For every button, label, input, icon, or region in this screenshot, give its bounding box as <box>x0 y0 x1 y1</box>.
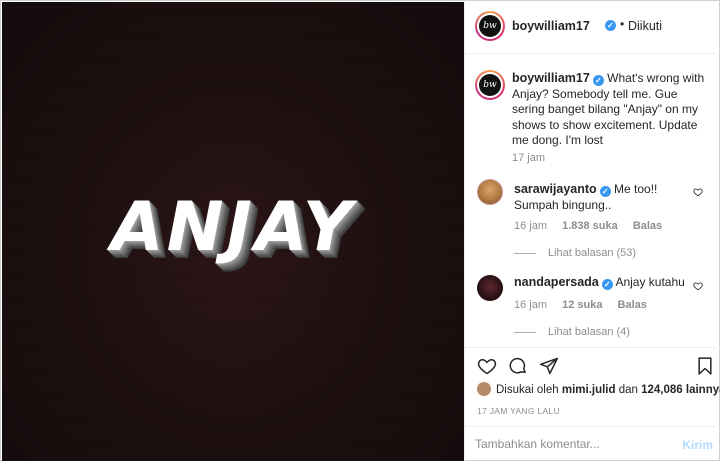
reply-button[interactable]: Balas <box>618 299 647 311</box>
comment-input[interactable] <box>475 437 665 451</box>
caption-username[interactable]: boywilliam17 <box>512 71 590 85</box>
replies-line <box>514 331 536 333</box>
comment-body-line1: Anjay kutahu <box>615 275 685 289</box>
share-icon[interactable] <box>539 356 559 376</box>
verified-badge-icon: ✓ <box>599 186 611 197</box>
verified-badge-icon: ✓ <box>605 20 616 31</box>
post-image[interactable]: ANJAY <box>2 2 464 461</box>
action-bar <box>465 347 720 377</box>
commenter-username[interactable]: nandapersada <box>514 275 599 289</box>
caption: boywilliam17 ✓ What's wrong with Anjay? S… <box>512 71 712 149</box>
liker-username[interactable]: mimi.julid <box>562 384 616 396</box>
comments-section: bw boywilliam17 ✓ What's wrong with Anjay… <box>465 55 720 355</box>
view-replies-label: Lihat balasan (4) <box>548 326 630 338</box>
post-timestamp[interactable]: 17 JAM YANG LALU <box>477 406 560 416</box>
comment-text: nandapersada ✓ Anjay kutahu <box>514 275 689 291</box>
commenter-username[interactable]: sarawijayanto <box>514 182 597 196</box>
post-comment-button[interactable]: Kirim <box>682 438 713 452</box>
post-window: ANJAY bw boywilliam17 ✓ • Diikuti bw boy… <box>0 0 720 461</box>
liker-avatar[interactable] <box>477 382 491 396</box>
comment-likes[interactable]: 1.838 suka <box>562 220 618 232</box>
author-username[interactable]: boywilliam17 <box>512 19 590 33</box>
verified-badge-icon: ✓ <box>601 279 613 290</box>
view-replies-label: Lihat balasan (53) <box>548 247 637 259</box>
likes-joiner: dan <box>618 384 638 396</box>
heart-icon[interactable] <box>693 281 703 291</box>
caption-avatar-logo: bw <box>479 74 501 96</box>
caption-time: 17 jam <box>512 152 546 164</box>
likes-prefix: Disukai oleh <box>496 384 559 396</box>
comment-icon[interactable] <box>508 356 528 376</box>
author-avatar-logo: bw <box>479 15 501 37</box>
comment-text: sarawijayanto ✓ Me too!! Sumpah bingung.. <box>514 182 689 213</box>
follow-status-button[interactable]: Diikuti <box>628 19 662 33</box>
post-image-text: ANJAY <box>111 188 355 267</box>
caption-author-avatar[interactable]: bw <box>475 70 505 100</box>
comment-meta: 16 jam 12 suka Balas <box>514 299 659 311</box>
heart-icon[interactable] <box>477 356 497 376</box>
commenter-avatar[interactable] <box>477 275 503 301</box>
comment-meta: 16 jam 1.838 suka Balas <box>514 220 674 232</box>
replies-line <box>514 252 536 254</box>
author-avatar[interactable]: bw <box>475 11 505 41</box>
add-comment-bar: Kirim <box>465 426 720 461</box>
view-replies-button[interactable]: Lihat balasan (4) <box>514 326 630 338</box>
likes-count[interactable]: 124,086 lainnya <box>641 384 720 396</box>
view-replies-button[interactable]: Lihat balasan (53) <box>514 247 636 259</box>
verified-badge-icon: ✓ <box>592 75 604 86</box>
likes-summary: Disukai oleh mimi.julid dan 124,086 lain… <box>477 382 720 396</box>
heart-icon[interactable] <box>693 187 703 197</box>
separator-dot: • <box>620 17 625 31</box>
comment-time: 16 jam <box>514 299 548 311</box>
post-side-panel: bw boywilliam17 ✓ • Diikuti bw boywillia… <box>464 2 720 461</box>
comment-likes[interactable]: 12 suka <box>562 299 602 311</box>
comment-body-line2: Sumpah bingung.. <box>514 197 612 212</box>
bookmark-icon[interactable] <box>695 356 715 376</box>
comment-body-line1: Me too!! <box>614 182 658 196</box>
post-header: bw boywilliam17 ✓ • Diikuti <box>465 2 720 54</box>
comment-time: 16 jam <box>514 220 548 232</box>
reply-button[interactable]: Balas <box>633 220 662 232</box>
commenter-avatar[interactable] <box>477 179 503 205</box>
